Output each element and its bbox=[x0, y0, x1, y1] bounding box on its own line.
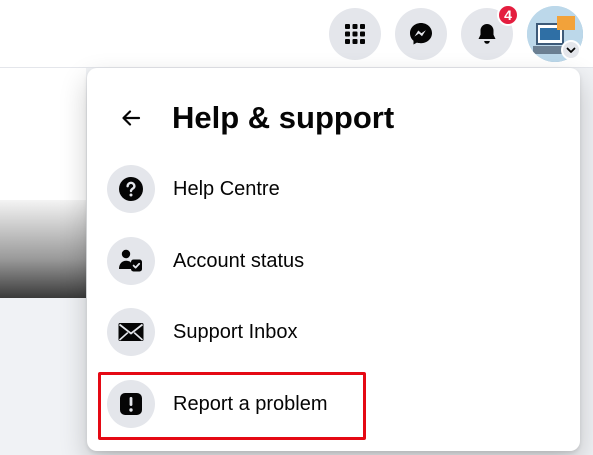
menu-grid-button[interactable] bbox=[329, 8, 381, 60]
menu-item-support-inbox[interactable]: Support Inbox bbox=[99, 299, 568, 365]
menu-icon-circle bbox=[107, 237, 155, 285]
arrow-left-icon bbox=[122, 110, 141, 126]
panel-header: Help & support bbox=[87, 84, 580, 142]
notification-count-badge: 4 bbox=[497, 4, 519, 26]
menu-item-report-problem[interactable]: Report a problem bbox=[99, 371, 568, 437]
account-menu-chevron[interactable] bbox=[561, 40, 581, 60]
menu-item-help-centre[interactable]: Help Centre bbox=[99, 156, 568, 222]
menu-item-label: Account status bbox=[173, 249, 305, 272]
menu-icon-circle bbox=[107, 165, 155, 213]
background-image bbox=[0, 200, 86, 298]
messenger-button[interactable] bbox=[395, 8, 447, 60]
menu-item-label: Report a problem bbox=[173, 392, 328, 415]
chevron-down-icon bbox=[566, 47, 576, 53]
messenger-icon bbox=[410, 23, 432, 45]
panel-title: Help & support bbox=[172, 100, 395, 135]
menu-icon-circle bbox=[107, 380, 155, 428]
bell-icon bbox=[478, 24, 496, 44]
menu-item-label: Help Centre bbox=[173, 177, 280, 200]
menu-icon-circle bbox=[107, 308, 155, 356]
back-button[interactable] bbox=[109, 96, 153, 140]
exclamation-icon bbox=[120, 393, 142, 415]
account-status-icon bbox=[119, 249, 142, 272]
envelope-icon bbox=[118, 323, 144, 341]
question-circle-icon bbox=[119, 177, 143, 201]
menu-item-account-status[interactable]: Account status bbox=[99, 228, 568, 294]
notifications-button[interactable]: 4 bbox=[461, 4, 519, 60]
help-support-panel: Help & support Help Centre Account statu… bbox=[87, 68, 580, 451]
menu-item-label: Support Inbox bbox=[173, 320, 298, 343]
grid-icon bbox=[345, 24, 365, 44]
